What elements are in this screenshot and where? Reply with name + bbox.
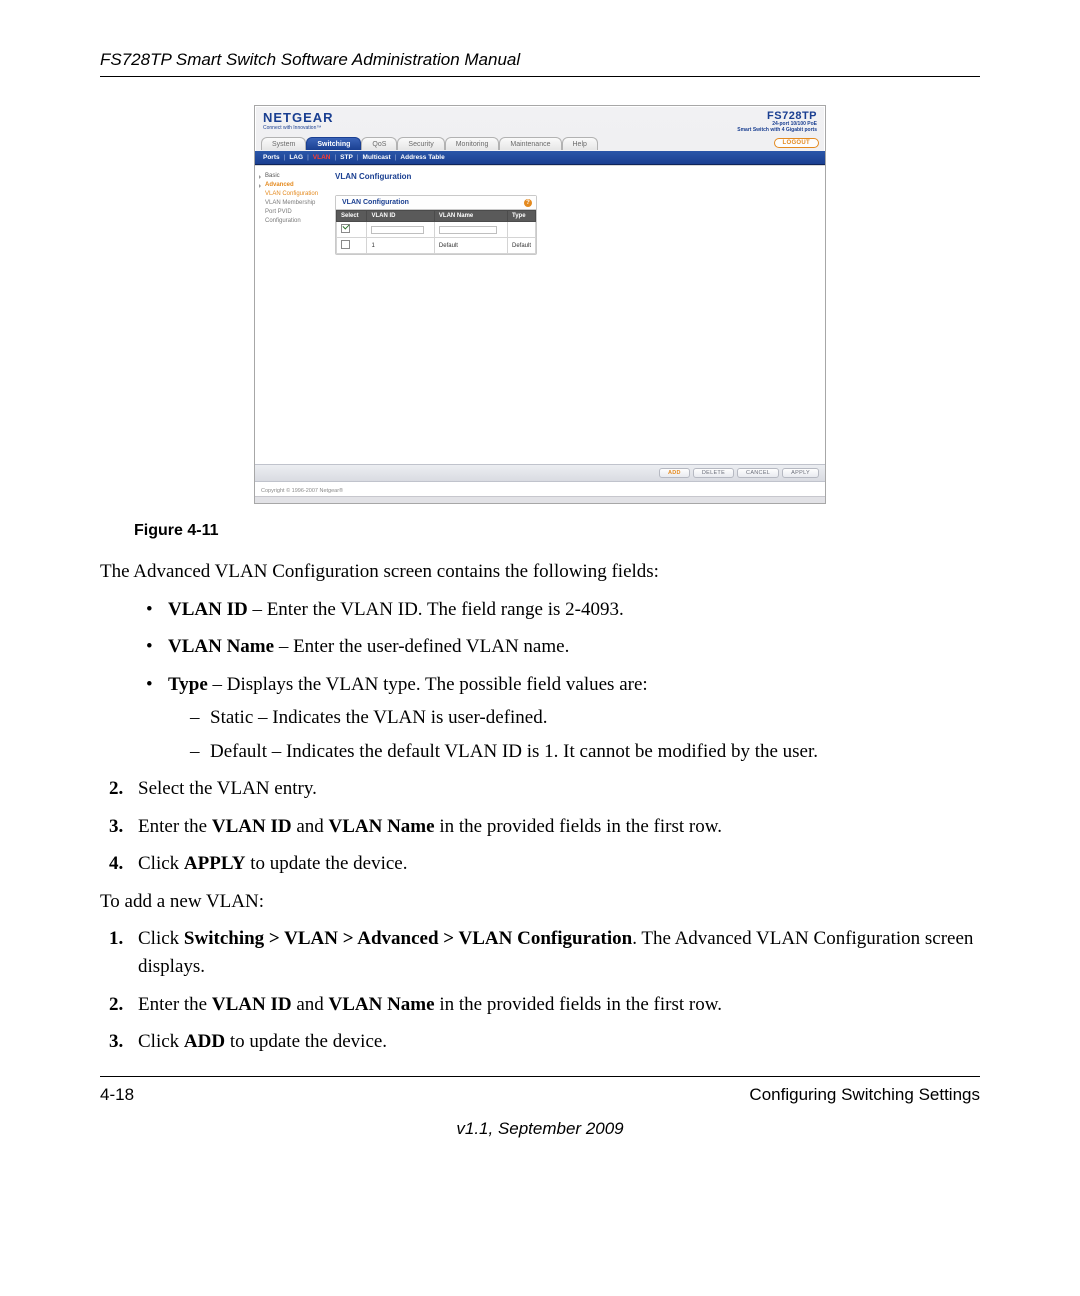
subnav-multicast[interactable]: Multicast xyxy=(363,154,391,161)
col-vlan-name: VLAN Name xyxy=(434,211,507,222)
side-nav: Basic Advanced VLAN Configuration VLAN M… xyxy=(255,166,331,496)
subnav-lag[interactable]: LAG xyxy=(289,154,303,161)
type-default: Default – Indicates the default VLAN ID … xyxy=(190,738,980,766)
page-number: 4-18 xyxy=(100,1085,134,1105)
table-row: 1 Default Default xyxy=(337,238,536,254)
vlan-config-panel: VLAN Configuration ? Select VLAN ID VLAN… xyxy=(335,195,537,255)
col-type: Type xyxy=(507,211,535,222)
step-b-3: Click ADD to update the device. xyxy=(128,1028,980,1056)
footer-version: v1.1, September 2009 xyxy=(100,1119,980,1139)
document-body: The Advanced VLAN Configuration screen c… xyxy=(100,558,980,1056)
tab-qos[interactable]: QoS xyxy=(361,137,397,150)
cell-vlan-id: 1 xyxy=(367,238,434,254)
tab-system[interactable]: System xyxy=(261,137,306,150)
side-port-pvid[interactable]: Port PVID Configuration xyxy=(257,208,329,226)
switch-ui-frame: NETGEAR Connect with Innovation™ FS728TP… xyxy=(254,105,826,504)
intro-text: The Advanced VLAN Configuration screen c… xyxy=(100,558,980,586)
help-icon[interactable]: ? xyxy=(524,199,532,207)
select-all-checkbox[interactable] xyxy=(341,224,350,233)
figure-screenshot: NETGEAR Connect with Innovation™ FS728TP… xyxy=(100,105,980,504)
cell-type: Default xyxy=(507,238,535,254)
subnav-vlan[interactable]: VLAN xyxy=(313,154,331,161)
model-desc-2: Smart Switch with 4 Gigabit ports xyxy=(737,128,817,134)
subnav-stp[interactable]: STP xyxy=(340,154,353,161)
vlan-name-input[interactable] xyxy=(439,226,497,234)
panel-title: VLAN Configuration xyxy=(342,199,409,206)
brand-logo: NETGEAR xyxy=(263,110,334,125)
delete-button[interactable]: DELETE xyxy=(693,468,734,478)
cell-vlan-name: Default xyxy=(434,238,507,254)
step-b-1: Click Switching > VLAN > Advanced > VLAN… xyxy=(128,925,980,980)
col-select: Select xyxy=(337,211,367,222)
subnav-ports[interactable]: Ports xyxy=(263,154,280,161)
running-header: FS728TP Smart Switch Software Administra… xyxy=(100,50,980,77)
step-a-4: Click APPLY to update the device. xyxy=(128,850,980,878)
side-advanced[interactable]: Advanced xyxy=(257,181,329,190)
row-checkbox[interactable] xyxy=(341,240,350,249)
tab-security[interactable]: Security xyxy=(397,137,444,150)
field-type: Type – Displays the VLAN type. The possi… xyxy=(146,671,980,766)
step-a-3: Enter the VLAN ID and VLAN Name in the p… xyxy=(128,813,980,841)
action-bar: ADD DELETE CANCEL APPLY xyxy=(255,464,825,482)
tab-help[interactable]: Help xyxy=(562,137,598,150)
field-vlan-name: VLAN Name – Enter the user-defined VLAN … xyxy=(146,633,980,661)
tab-maintenance[interactable]: Maintenance xyxy=(499,137,561,150)
figure-caption: Figure 4-11 xyxy=(134,522,980,540)
brand-area: NETGEAR Connect with Innovation™ xyxy=(263,110,334,131)
add-intro: To add a new VLAN: xyxy=(100,888,980,916)
side-vlan-config[interactable]: VLAN Configuration xyxy=(257,190,329,199)
table-input-row xyxy=(337,222,536,238)
copyright-text: Copyright © 1996-2007 Netgear® xyxy=(261,488,343,494)
secondary-nav: Ports| LAG| VLAN| STP| Multicast| Addres… xyxy=(255,151,825,165)
subnav-address-table[interactable]: Address Table xyxy=(400,154,444,161)
primary-nav: System Switching QoS Security Monitoring… xyxy=(255,135,825,151)
apply-button[interactable]: APPLY xyxy=(782,468,819,478)
step-a-2: Select the VLAN entry. xyxy=(128,775,980,803)
model-area: FS728TP 24-port 10/100 PoE Smart Switch … xyxy=(737,110,817,133)
vlan-id-input[interactable] xyxy=(371,226,424,234)
type-static: Static – Indicates the VLAN is user-defi… xyxy=(190,704,980,732)
col-vlan-id: VLAN ID xyxy=(367,211,434,222)
cancel-button[interactable]: CANCEL xyxy=(737,468,779,478)
vlan-table: Select VLAN ID VLAN Name Type xyxy=(336,210,536,254)
add-button[interactable]: ADD xyxy=(659,468,690,478)
side-vlan-membership[interactable]: VLAN Membership xyxy=(257,199,329,208)
footer-section: Configuring Switching Settings xyxy=(749,1085,980,1105)
tab-switching[interactable]: Switching xyxy=(306,137,361,150)
step-b-2: Enter the VLAN ID and VLAN Name in the p… xyxy=(128,991,980,1019)
field-vlan-id: VLAN ID – Enter the VLAN ID. The field r… xyxy=(146,596,980,624)
logout-button[interactable]: LOGOUT xyxy=(774,138,819,148)
tab-monitoring[interactable]: Monitoring xyxy=(445,137,500,150)
brand-tagline: Connect with Innovation™ xyxy=(263,125,334,131)
side-basic[interactable]: Basic xyxy=(257,172,329,181)
page-title: VLAN Configuration xyxy=(335,172,817,181)
